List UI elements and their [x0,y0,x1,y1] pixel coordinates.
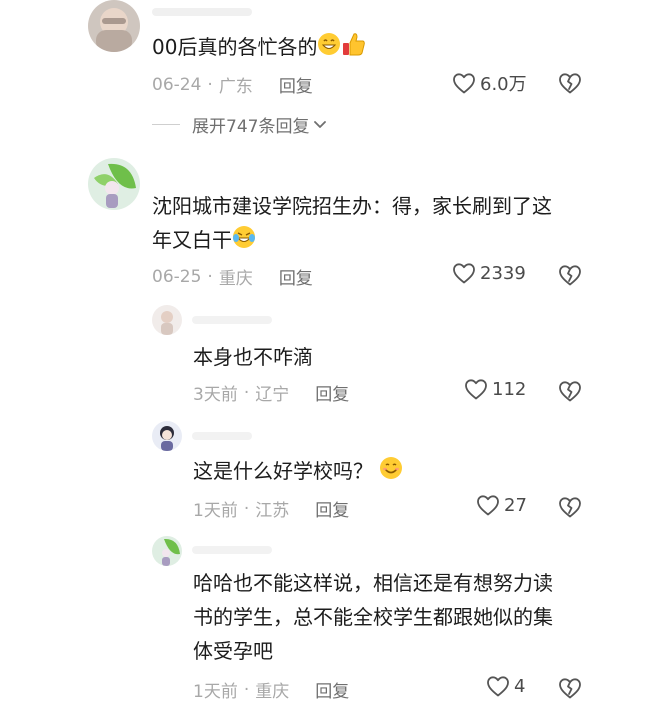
heart-outline-icon [452,262,476,284]
comment-1: 00后真的各忙各的 06-24 · 广东 回复 6.0万 展开747条回复 [0,0,669,140]
avatar[interactable] [152,421,182,451]
meta-separator: · [243,382,250,403]
like-count: 112 [492,378,527,400]
broken-heart-icon[interactable] [558,677,582,699]
meta-separator: · [243,679,250,700]
heart-outline-icon [452,72,476,94]
chevron-down-icon [314,120,327,128]
like-button[interactable]: 112 [464,378,526,400]
expand-replies-button[interactable]: 展开747条回复 [152,112,327,137]
like-count: 27 [504,494,527,516]
reply-location: 江苏 [255,501,290,521]
reply-button[interactable]: 回复 [279,72,313,97]
avatar[interactable] [152,305,182,335]
heart-outline-icon [464,378,488,400]
comment-date: 06-24 [152,74,202,95]
smiling-face-emoji [379,456,403,490]
divider-line [152,124,180,125]
comment-location: 重庆 [218,269,253,289]
reply-text: 哈哈也不能这样说，相信还是有想努力读 书的学生，总不能全校学生都跟她似的集 体受… [193,571,553,663]
meta-separator: · [243,498,250,519]
reply-location: 重庆 [255,682,290,702]
reply-location: 辽宁 [255,385,290,405]
username-blurred[interactable] [192,546,272,554]
avatar[interactable] [88,0,140,52]
tears-of-joy-emoji [232,225,256,259]
reply-button[interactable]: 回复 [279,264,313,289]
reply-text: 这是什么好学校吗？ [193,454,403,490]
like-count: 6.0万 [480,74,527,95]
avatar[interactable] [152,536,182,566]
reply-date: 1天前 [193,682,238,702]
avatar[interactable] [88,158,140,210]
username-blurred[interactable] [192,316,272,324]
like-button[interactable]: 6.0万 [452,70,527,96]
broken-heart-icon[interactable] [558,496,582,518]
heart-outline-icon [476,494,500,516]
like-button[interactable]: 27 [476,494,527,516]
reply-button[interactable]: 回复 [315,496,349,521]
like-count: 4 [514,675,526,697]
meta-separator: · [207,74,213,95]
grinning-face-emoji [317,32,341,66]
reply-meta: 1天前 · 重庆 回复 [193,677,349,703]
like-count: 2339 [480,262,526,284]
reply-date: 3天前 [193,385,238,405]
like-button[interactable]: 4 [486,675,525,697]
expand-replies-label: 展开747条回复 [192,117,310,137]
reply-button[interactable]: 回复 [315,677,349,702]
username-blurred[interactable] [192,432,252,440]
broken-heart-icon[interactable] [558,380,582,402]
reply-meta: 1天前 · 江苏 回复 [193,496,349,522]
broken-heart-icon[interactable] [558,72,582,94]
thumbs-up-emoji [341,31,367,67]
reply-date: 1天前 [193,501,238,521]
reply-text: 本身也不咋滴 [193,345,313,369]
broken-heart-icon[interactable] [558,264,582,286]
comment-text: 00后真的各忙各的 [152,30,367,67]
comment-date: 06-25 [152,266,202,287]
reply-button[interactable]: 回复 [315,380,349,405]
comment-meta: 06-25 · 重庆 回复 [152,264,313,290]
comment-text: 沈阳城市建设学院招生办：得，家长刷到了这 年又白干 [152,189,552,259]
heart-outline-icon [486,675,510,697]
like-button[interactable]: 2339 [452,262,526,284]
username-blurred[interactable] [152,8,252,16]
meta-separator: · [207,266,213,287]
reply-meta: 3天前 · 辽宁 回复 [193,380,349,406]
comment-location: 广东 [218,77,253,97]
comment-meta: 06-24 · 广东 回复 [152,72,313,98]
